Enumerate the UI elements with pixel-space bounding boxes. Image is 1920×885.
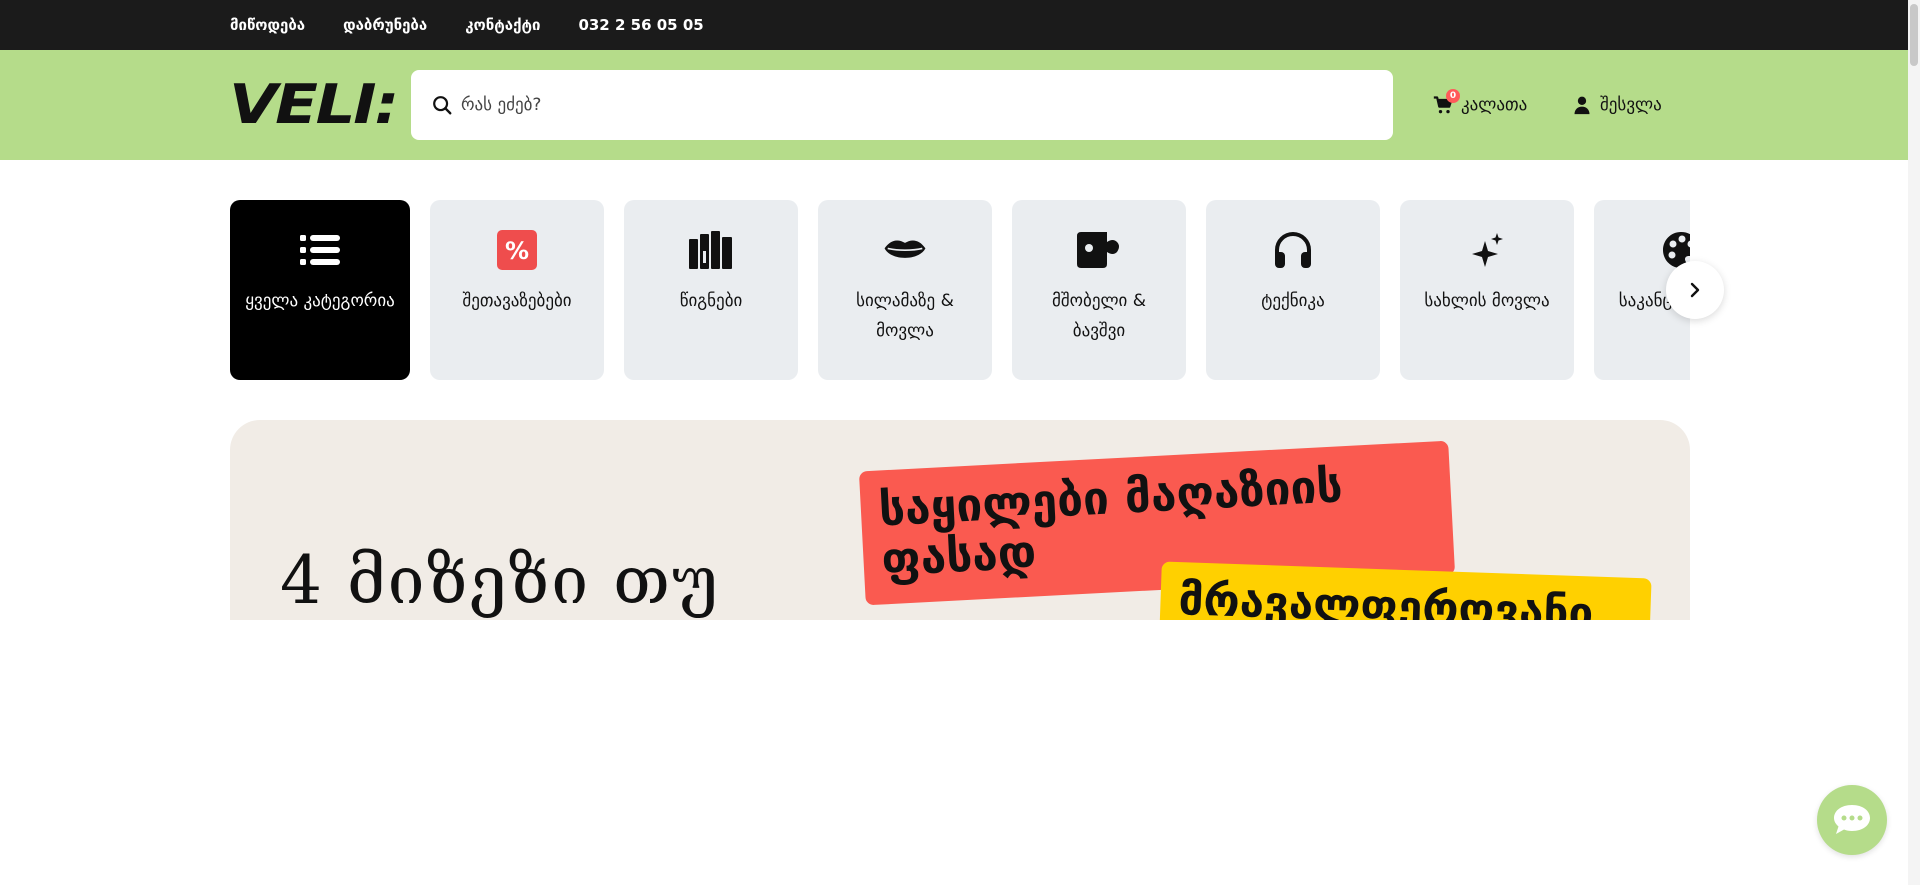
category-parent-child[interactable]: მშობელი & ბავშვი (1012, 200, 1186, 380)
svg-text:%: % (505, 237, 529, 265)
category-offers[interactable]: % შეთავაზებები (430, 200, 604, 380)
login-button[interactable]: შესვლა (1572, 90, 1662, 120)
chat-button[interactable] (1817, 785, 1887, 855)
category-home-care[interactable]: სახლის მოვლა (1400, 200, 1574, 380)
books-icon (689, 228, 733, 272)
search-input[interactable] (461, 70, 1361, 140)
scrollbar-thumb[interactable] (1910, 4, 1918, 66)
list-icon (298, 228, 342, 272)
category-label: ყველა კატეგორია (245, 291, 395, 311)
search-bar[interactable] (411, 70, 1393, 140)
category-carousel: ყველა კატეგორია % შეთავაზებები წიგნები ს… (230, 200, 1690, 380)
phone-link[interactable]: 032 2 56 05 05 (578, 16, 703, 34)
category-books[interactable]: წიგნები (624, 200, 798, 380)
yellow-sticker: მრავალფეროვანი (1158, 561, 1652, 620)
category-label: სახლის მოვლა (1424, 291, 1550, 311)
category-beauty[interactable]: სილამაზე & მოვლა (818, 200, 992, 380)
svg-text:VELI:: VELI: (229, 83, 397, 127)
chat-icon (1834, 805, 1870, 834)
category-label: წიგნები (679, 291, 743, 311)
scrollbar-track[interactable] (1908, 0, 1920, 885)
category-label: ტექნიკა (1261, 291, 1325, 311)
category-label: შეთავაზებები (462, 291, 572, 311)
banner-title: 4 მიზეზი თუ (280, 542, 720, 619)
promo-banner[interactable]: 4 მიზეზი თუ საყილები მაღაზიის ფასად მრავ… (230, 420, 1690, 620)
category-label: სილამაზე & მოვლა (856, 291, 954, 341)
category-all[interactable]: ყველა კატეგორია (230, 200, 410, 380)
returns-link[interactable]: დაბრუნება (343, 16, 427, 34)
puzzle-icon (1077, 228, 1121, 272)
category-tech[interactable]: ტექნიკა (1206, 200, 1380, 380)
headphones-icon (1271, 228, 1315, 272)
search-icon (433, 96, 452, 115)
cart-button[interactable]: 0 კალათა (1433, 89, 1528, 120)
delivery-link[interactable]: მიწოდება (230, 16, 305, 34)
cart-label: კალათა (1461, 95, 1528, 115)
yellow-sticker-text: მრავალფეროვანი (1177, 574, 1595, 620)
cart-count-badge: 0 (1446, 89, 1460, 103)
cart-icon: 0 (1433, 89, 1460, 115)
chevron-right-icon (1690, 282, 1700, 298)
lips-icon (883, 228, 927, 272)
logo[interactable]: VELI: (229, 83, 397, 127)
login-label: შესვლა (1600, 95, 1662, 115)
top-bar: მიწოდება დაბრუნება კონტაქტი 032 2 56 05 … (0, 0, 1920, 50)
sparkle-icon (1465, 228, 1509, 272)
carousel-next-button[interactable] (1666, 261, 1724, 319)
category-label: მშობელი & ბავშვი (1051, 291, 1147, 341)
percent-icon: % (495, 228, 539, 272)
contact-link[interactable]: კონტაქტი (465, 16, 540, 34)
user-icon (1574, 96, 1590, 115)
